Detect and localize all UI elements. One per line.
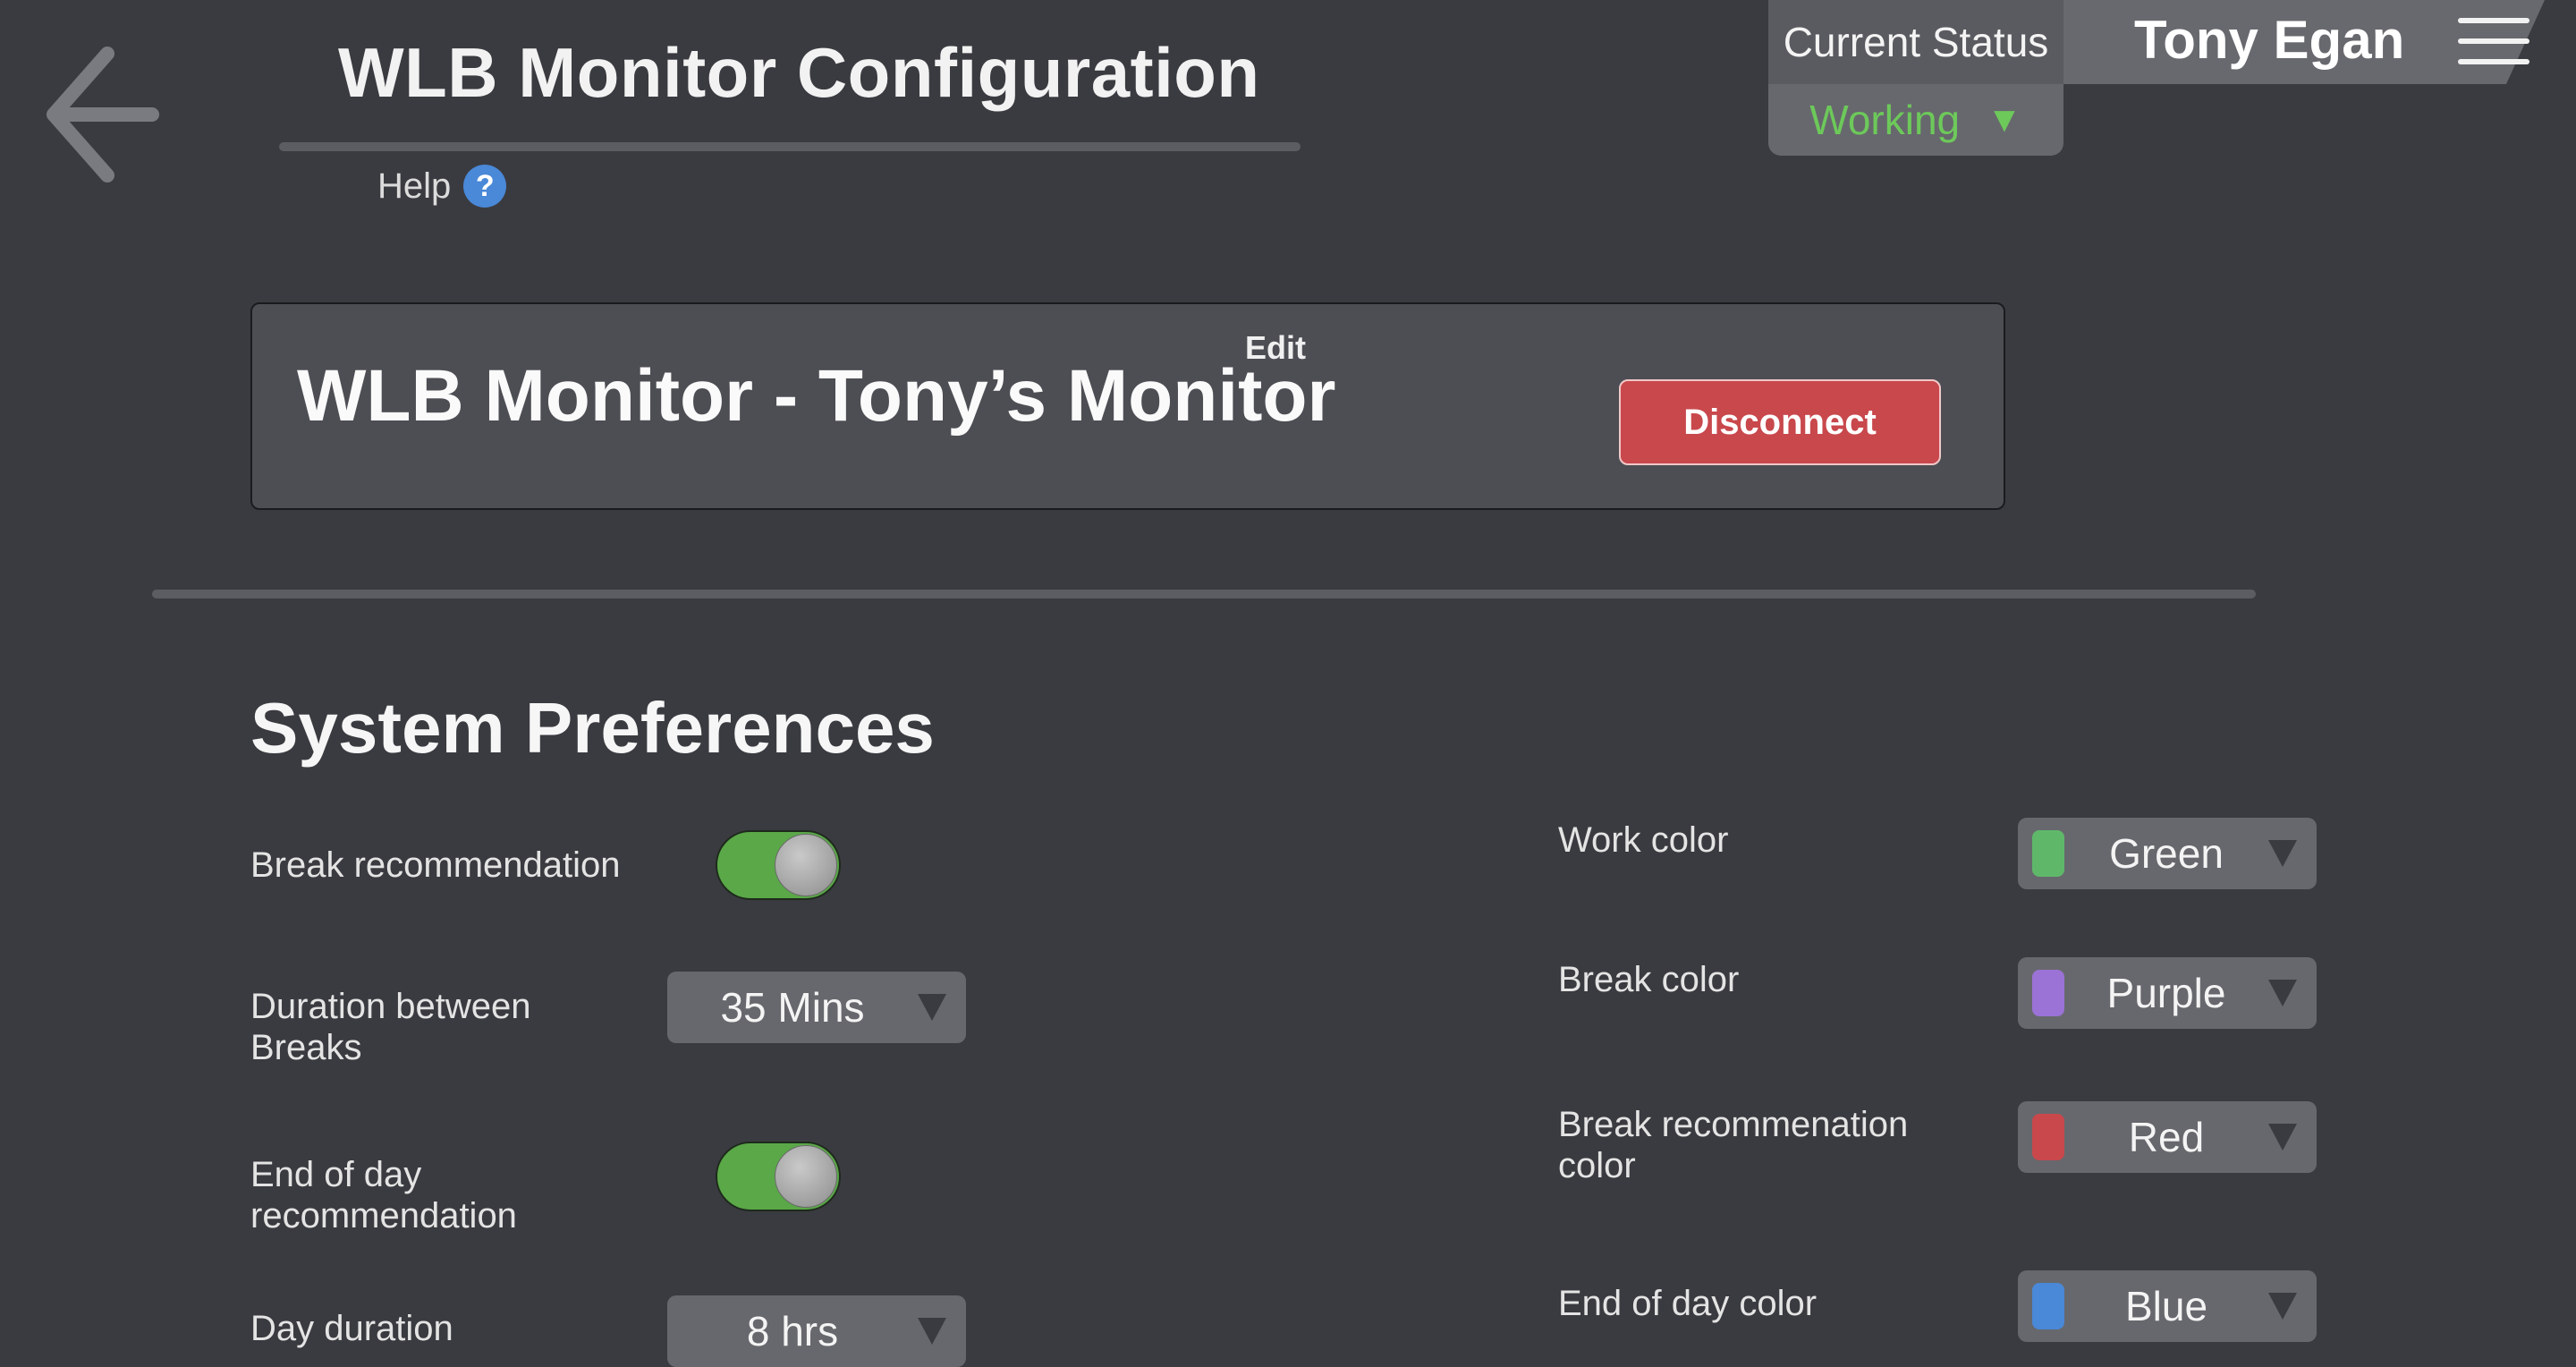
status-value: Working [1809, 97, 1961, 143]
break-recommendation-color-label: Break recommenation color [1558, 1104, 1908, 1186]
select-value: 35 Mins [720, 984, 865, 1031]
caret-down-icon [2268, 840, 2297, 867]
select-value: 8 hrs [746, 1308, 839, 1354]
toggle-knob [775, 1145, 837, 1208]
toggle-knob [775, 834, 837, 896]
label-line: recommendation [250, 1196, 517, 1235]
user-name: Tony Egan [2134, 10, 2405, 70]
device-name: WLB Monitor - Tony’s Monitor [297, 355, 1336, 437]
caret-down-icon [2268, 980, 2297, 1006]
label-line: End of day [250, 1155, 422, 1194]
help-link[interactable]: Help ? [377, 165, 507, 208]
disconnect-button[interactable]: Disconnect [1619, 379, 1941, 465]
help-label: Help [377, 166, 452, 206]
select-value: Red [2128, 1114, 2205, 1160]
end-of-day-color-select[interactable]: Blue [2018, 1270, 2317, 1342]
question-circle-icon[interactable]: ? [463, 165, 507, 208]
break-recommendation-toggle[interactable] [716, 830, 841, 900]
work-color-select[interactable]: Green [2018, 818, 2317, 889]
caret-down-icon: ▼ [1987, 99, 2022, 140]
end-of-day-recommendation-label: End of day recommendation [250, 1154, 517, 1236]
color-swatch [2032, 970, 2064, 1016]
color-swatch [2032, 1283, 2064, 1329]
duration-between-breaks-select[interactable]: 35 Mins [667, 972, 966, 1043]
caret-down-icon [918, 994, 946, 1021]
select-value: Green [2109, 830, 2224, 877]
break-color-label: Break color [1558, 960, 1740, 999]
system-preferences-title: System Preferences [250, 688, 935, 768]
label-line: color [1558, 1146, 1636, 1185]
select-value: Purple [2106, 970, 2226, 1016]
page-title: WLB Monitor Configuration [338, 33, 1260, 112]
title-divider [279, 142, 1301, 151]
caret-down-icon [2268, 1293, 2297, 1320]
status-dropdown[interactable]: Working ▼ [1768, 84, 2063, 156]
edit-device-link[interactable]: Edit [1245, 329, 1306, 367]
label-line: Break recommenation [1558, 1105, 1909, 1144]
current-status-label: Current Status [1768, 0, 2063, 84]
caret-down-icon [918, 1318, 946, 1345]
back-arrow-icon[interactable] [36, 43, 161, 186]
day-duration-select[interactable]: 8 hrs [667, 1295, 966, 1367]
work-color-label: Work color [1558, 820, 1729, 860]
hamburger-menu-icon[interactable] [2458, 18, 2529, 64]
break-recommendation-color-select[interactable]: Red [2018, 1101, 2317, 1173]
break-color-select[interactable]: Purple [2018, 957, 2317, 1029]
section-divider [152, 590, 2256, 599]
end-of-day-recommendation-toggle[interactable] [716, 1142, 841, 1211]
label-line: Duration between [250, 987, 531, 1026]
end-of-day-color-label: End of day color [1558, 1284, 1818, 1323]
color-swatch [2032, 830, 2064, 877]
caret-down-icon [2268, 1124, 2297, 1150]
duration-between-breaks-label: Duration between Breaks [250, 986, 531, 1068]
day-duration-label: Day duration [250, 1309, 453, 1348]
color-swatch [2032, 1114, 2064, 1160]
label-line: Breaks [250, 1028, 362, 1067]
break-recommendation-label: Break recommendation [250, 845, 621, 885]
